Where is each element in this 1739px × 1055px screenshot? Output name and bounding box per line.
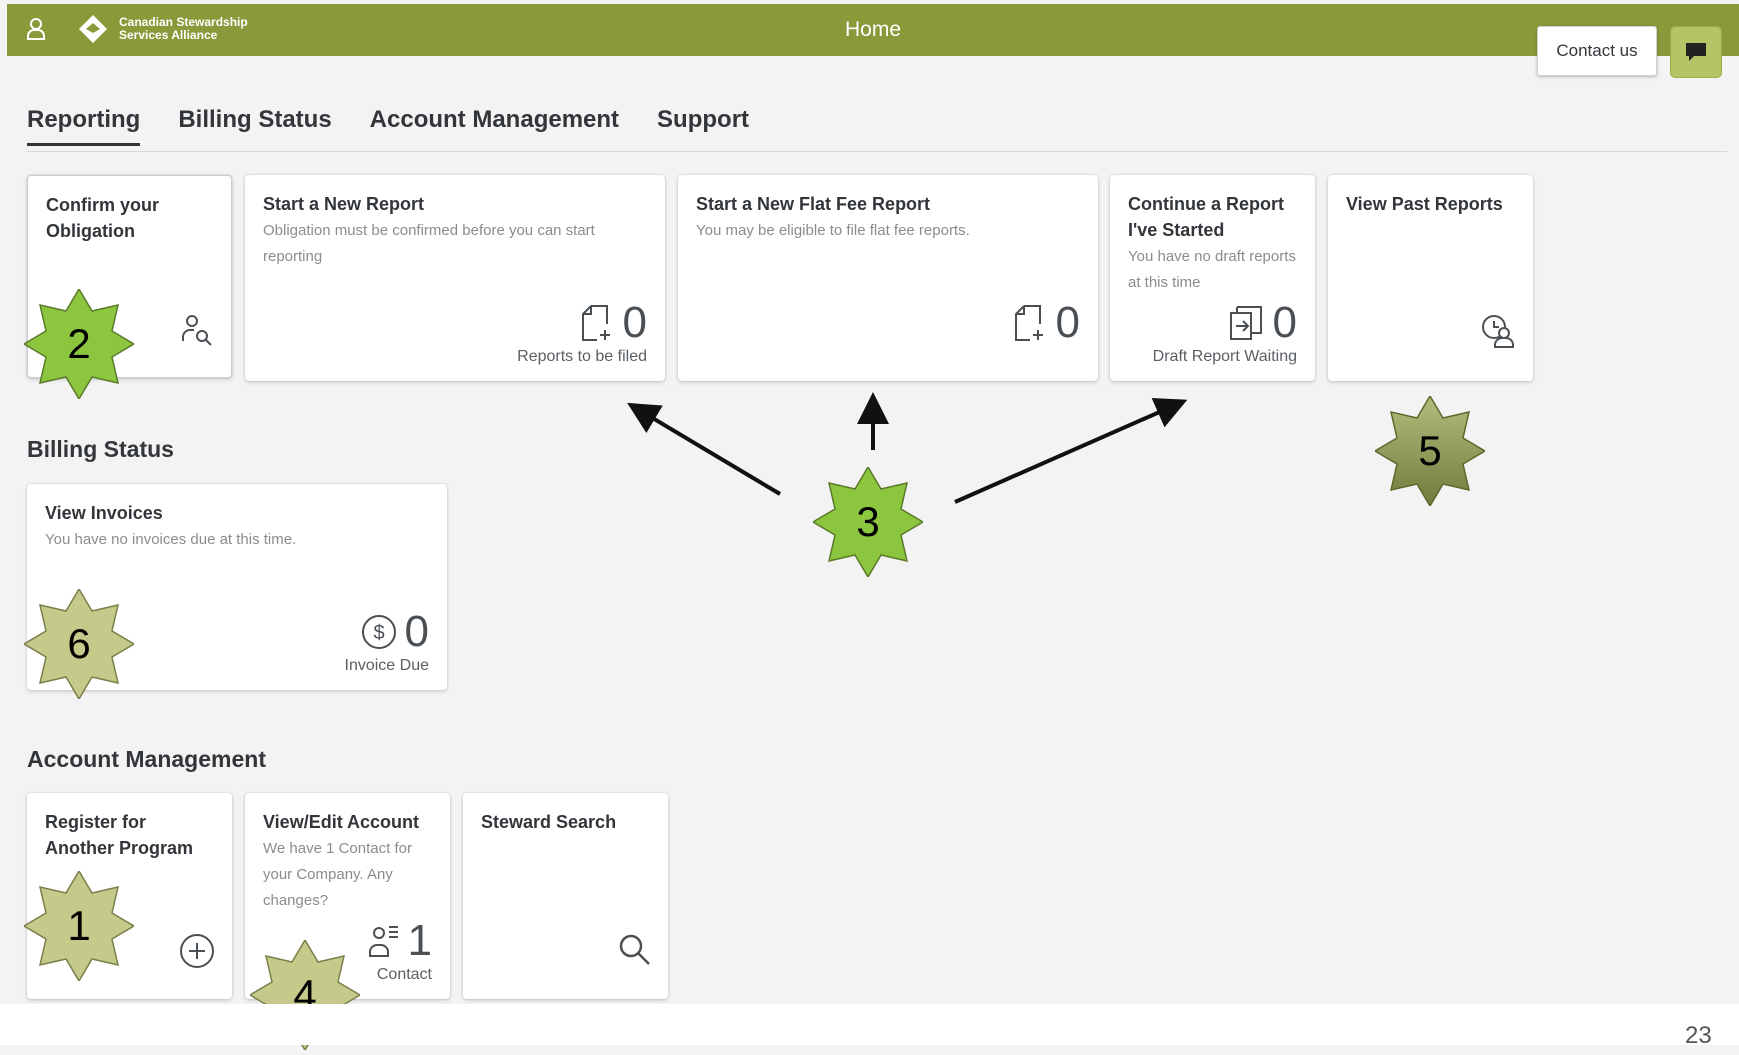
callout-number: 2: [67, 320, 91, 367]
page-number: 23: [1685, 1022, 1712, 1049]
callout-star: 5: [1373, 394, 1487, 508]
callout-star: 2: [22, 287, 136, 401]
callout-star: 3: [811, 465, 925, 579]
callout-number: 1: [67, 902, 91, 949]
callout-number: 3: [856, 498, 880, 545]
callout-number: 6: [67, 620, 91, 667]
callout-number: 5: [1418, 427, 1442, 474]
slide-footer: [0, 1004, 1739, 1045]
callout-star: 1: [22, 869, 136, 983]
callout-star: 6: [22, 587, 136, 701]
